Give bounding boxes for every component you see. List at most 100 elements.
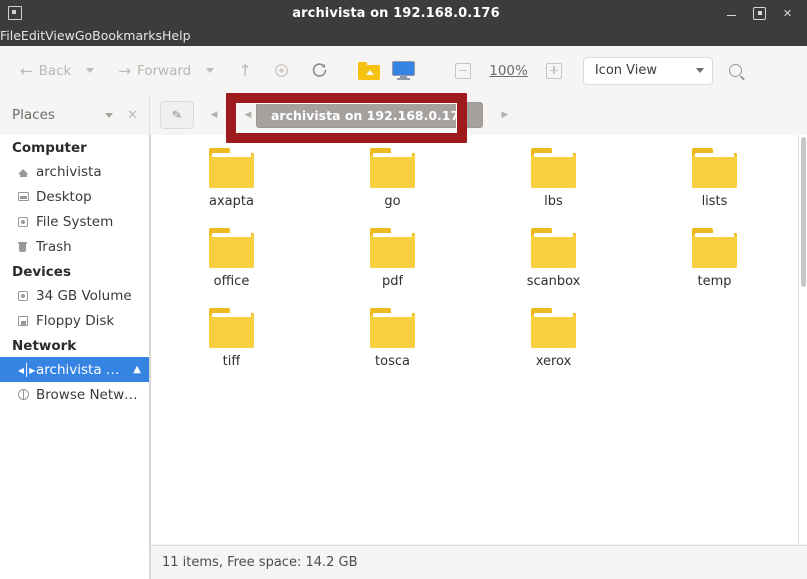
- arrow-left-icon: ←: [20, 61, 33, 80]
- file-item[interactable]: lbs: [473, 143, 634, 223]
- window-menu-icon: [8, 6, 22, 20]
- file-name: lists: [701, 194, 728, 209]
- sidebar-item-label: archivista: [36, 163, 102, 180]
- menu-file[interactable]: File: [0, 26, 21, 46]
- reload-icon[interactable]: [304, 56, 334, 86]
- window-menu-button[interactable]: [0, 6, 68, 20]
- file-name: office: [213, 274, 250, 289]
- pencil-icon: ✎: [171, 107, 183, 123]
- zoom-level-label[interactable]: 100%: [489, 63, 528, 79]
- menu-bookmarks[interactable]: Bookmarks: [92, 26, 162, 46]
- file-item[interactable]: scanbox: [473, 223, 634, 303]
- back-button[interactable]: ← Back: [14, 56, 77, 86]
- chevron-right-icon[interactable]: ▶: [497, 103, 513, 127]
- file-item[interactable]: tosca: [312, 303, 473, 383]
- file-name: temp: [697, 274, 732, 289]
- zoom-in-icon: [545, 62, 562, 79]
- sidebar-item-file-system[interactable]: File System: [0, 209, 149, 234]
- breadcrumb-item-current[interactable]: archivista on 192.168.0.176: [256, 102, 483, 128]
- status-text: 11 items, Free space: 14.2 GB: [162, 555, 358, 570]
- back-label: Back: [38, 62, 72, 79]
- search-button[interactable]: [723, 58, 749, 84]
- path-scroll-left-icon[interactable]: ◀: [240, 103, 256, 127]
- sidebar-item-34-gb-volume[interactable]: 34 GB Volume: [0, 283, 149, 308]
- sidebar-item-trash[interactable]: Trash: [0, 234, 149, 259]
- breadcrumb: ◀ ◀ archivista on 192.168.0.176 ▶: [206, 102, 513, 128]
- floppy-icon: [18, 315, 36, 326]
- reload-icon-svg: [312, 63, 326, 77]
- chevron-left-icon[interactable]: ◀: [206, 103, 222, 127]
- menu-go[interactable]: Go: [75, 26, 92, 46]
- file-name: tosca: [375, 354, 410, 369]
- file-name: xerox: [535, 354, 572, 369]
- sidebar-item-label: Floppy Disk: [36, 312, 115, 329]
- file-item[interactable]: go: [312, 143, 473, 223]
- file-item[interactable]: xerox: [473, 303, 634, 383]
- file-item[interactable]: pdf: [312, 223, 473, 303]
- folder-icon: [369, 148, 417, 188]
- stop-icon[interactable]: [266, 56, 296, 86]
- status-bar: 11 items, Free space: 14.2 GB: [151, 545, 807, 579]
- file-item[interactable]: tiff: [151, 303, 312, 383]
- sidebar-item-archivista-share[interactable]: ◂│▸ archivista … ▲: [0, 357, 149, 382]
- home-icon: [18, 167, 36, 177]
- places-sidebar: Computer archivista Desktop File System …: [0, 135, 150, 579]
- arrow-up-icon[interactable]: ↑: [230, 56, 260, 86]
- close-button[interactable]: [780, 6, 795, 21]
- zoom-out-button[interactable]: [448, 56, 478, 86]
- stop-icon-svg: [274, 63, 288, 78]
- file-name: lbs: [544, 194, 563, 209]
- folder-icon: [530, 228, 578, 268]
- forward-history-dropdown-icon[interactable]: [206, 68, 215, 73]
- maximize-button[interactable]: [753, 6, 766, 20]
- network-share-icon: ◂│▸: [18, 362, 35, 377]
- sidebar-item-label: Desktop: [36, 188, 92, 205]
- arrow-right-icon: →: [118, 61, 131, 80]
- edit-path-button[interactable]: ✎: [160, 101, 194, 129]
- computer-button[interactable]: [388, 56, 418, 86]
- path-bar: ✎ ◀ ◀ archivista on 192.168.0.176 ▶: [150, 95, 807, 135]
- close-icon[interactable]: ✕: [127, 108, 138, 123]
- home-folder-icon: [358, 61, 381, 80]
- folder-icon: [530, 308, 578, 348]
- scrollbar-thumb[interactable]: [801, 137, 806, 287]
- back-history-dropdown-icon[interactable]: [86, 68, 95, 73]
- sidebar-item-label: File System: [36, 213, 114, 230]
- menu-edit[interactable]: Edit: [21, 26, 45, 46]
- view-mode-select[interactable]: Icon View: [582, 56, 713, 85]
- minimize-button[interactable]: [724, 6, 739, 21]
- window-controls: [724, 6, 807, 21]
- sidebar-item-label: 34 GB Volume: [36, 287, 132, 304]
- file-list-view[interactable]: axapta go lbs lists office pdf scanbox t…: [151, 135, 798, 544]
- volume-icon: [18, 290, 36, 301]
- sidebar-item-floppy-disk[interactable]: Floppy Disk: [0, 308, 149, 333]
- sidebar-item-browse-network[interactable]: Browse Netw…: [0, 382, 149, 407]
- search-icon: [729, 64, 743, 77]
- zoom-in-button[interactable]: [539, 56, 569, 86]
- sidebar-item-archivista-home[interactable]: archivista: [0, 159, 149, 184]
- chevron-down-icon[interactable]: [105, 112, 114, 118]
- folder-icon: [530, 148, 578, 188]
- menu-help[interactable]: Help: [162, 26, 191, 46]
- file-item[interactable]: temp: [634, 223, 795, 303]
- file-name: go: [384, 194, 401, 209]
- sidebar-group-devices: Devices: [12, 264, 71, 280]
- sidebar-item-desktop[interactable]: Desktop: [0, 184, 149, 209]
- eject-icon[interactable]: ▲: [133, 364, 141, 375]
- drive-icon: [18, 216, 36, 227]
- home-folder-button[interactable]: [354, 56, 384, 86]
- file-name: pdf: [381, 274, 404, 289]
- folder-icon: [208, 308, 256, 348]
- menu-view[interactable]: View: [45, 26, 75, 46]
- forward-button[interactable]: → Forward: [112, 56, 197, 86]
- file-item[interactable]: lists: [634, 143, 795, 223]
- forward-label: Forward: [136, 62, 192, 79]
- chevron-down-icon: [695, 68, 704, 73]
- menu-bar: File Edit View Go Bookmarks Help: [0, 26, 807, 46]
- vertical-scrollbar[interactable]: [798, 135, 807, 544]
- file-item[interactable]: axapta: [151, 143, 312, 223]
- view-mode-label: Icon View: [594, 63, 657, 78]
- file-item[interactable]: office: [151, 223, 312, 303]
- folder-icon: [369, 228, 417, 268]
- globe-icon: [18, 388, 36, 400]
